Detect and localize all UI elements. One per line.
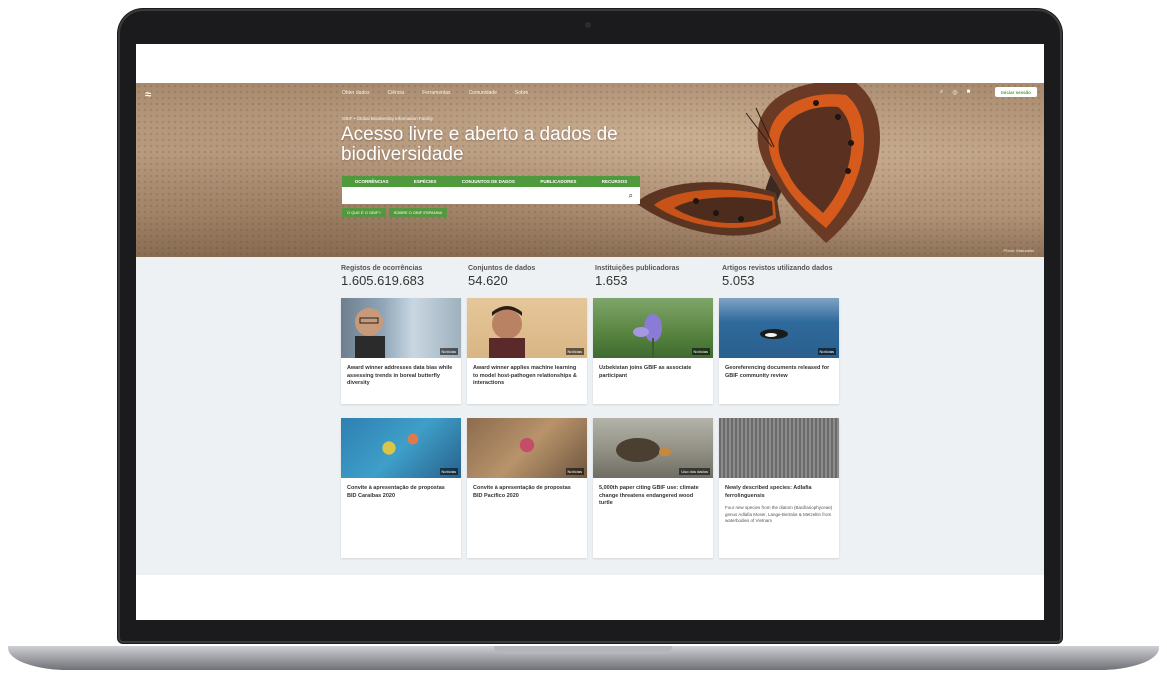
- card-title[interactable]: Uzbekistan joins GBIF as associate parti…: [593, 358, 713, 380]
- card-title[interactable]: Georeferencing documents released for GB…: [719, 358, 839, 380]
- camera-icon: [585, 22, 591, 28]
- card-tag: Notícias: [565, 468, 584, 475]
- card-image: Uso dos dados: [593, 418, 713, 478]
- card-image: [719, 418, 839, 478]
- card-image: Notícias: [467, 418, 587, 478]
- nav-link-get-data[interactable]: Obter dados: [342, 90, 370, 96]
- page-title: Acesso livre e aberto a dados de biodive…: [341, 124, 618, 165]
- nav-links: Obter dados Ciência Ferramentas Comunida…: [342, 90, 528, 96]
- card-description: Four new species from the diatom (Bacill…: [725, 505, 833, 523]
- card-title[interactable]: Newly described species: Adlafia ferroli…: [719, 478, 839, 500]
- card-image: Notícias: [719, 298, 839, 358]
- nav-link-about[interactable]: Sobre: [515, 90, 528, 96]
- stat-value: 1.653: [595, 273, 628, 288]
- stat-label: Instituições publicadoras: [595, 265, 680, 272]
- breadcrumb: GBIF • Global Biodiversity Information F…: [342, 116, 433, 121]
- card-title[interactable]: 5,000th paper citing GBIF use: climate c…: [593, 478, 713, 508]
- news-card[interactable]: Notícias Award winner applies machine le…: [467, 298, 587, 404]
- tab-species[interactable]: ESPÉCIES: [414, 179, 437, 184]
- stat-value: 5.053: [722, 273, 755, 288]
- card-tag: Notícias: [565, 348, 584, 355]
- card-title[interactable]: Convite à apresentação de propostas BID …: [341, 478, 461, 500]
- gbif-logo[interactable]: ≈: [145, 89, 151, 101]
- nav-link-community[interactable]: Comunidade: [469, 90, 497, 96]
- card-tag: Notícias: [439, 468, 458, 475]
- card-tag: Notícias: [439, 348, 458, 355]
- butterfly-image: [636, 83, 880, 243]
- stat-datasets[interactable]: Conjuntos de dados 54.620: [468, 265, 595, 288]
- notifications-icon[interactable]: ■: [967, 89, 971, 96]
- stat-value: 1.605.619.683: [341, 273, 425, 288]
- nav-link-science[interactable]: Ciência: [388, 90, 405, 96]
- tab-publishers[interactable]: PUBLICADORES: [540, 179, 576, 184]
- card-tag: Uso dos dados: [679, 468, 710, 475]
- top-navigation: ≈ Obter dados Ciência Ferramentas Comuni…: [136, 83, 1044, 105]
- news-card[interactable]: Notícias Convite à apresentação de propo…: [467, 418, 587, 558]
- stat-publishers[interactable]: Instituições publicadoras 1.653: [595, 265, 722, 288]
- card-title[interactable]: Convite à apresentação de propostas BID …: [467, 478, 587, 500]
- search-icon[interactable]: ⌕: [629, 191, 633, 201]
- laptop-base: [8, 646, 1159, 670]
- main-content: Registos de ocorrências 1.605.619.683 Co…: [136, 257, 1044, 575]
- stat-label: Registos de ocorrências: [341, 265, 423, 272]
- search-box: ⌕: [342, 187, 640, 204]
- card-title[interactable]: Award winner applies machine learning to…: [467, 358, 587, 388]
- news-card[interactable]: Uso dos dados 5,000th paper citing GBIF …: [593, 418, 713, 558]
- search-tabs: OCORRÊNCIAS ESPÉCIES CONJUNTOS DE DADOS …: [342, 176, 640, 187]
- stat-papers[interactable]: Artigos revistos utilizando dados 5.053: [722, 265, 849, 288]
- stat-value: 54.620: [468, 273, 508, 288]
- card-tag: Notícias: [817, 348, 836, 355]
- card-image: Notícias: [593, 298, 713, 358]
- card-image: Notícias: [341, 418, 461, 478]
- card-image: Notícias: [467, 298, 587, 358]
- tab-resources[interactable]: RECURSOS: [602, 179, 628, 184]
- news-cards: Notícias Award winner addresses data bia…: [341, 298, 839, 558]
- nav-icons: ⌕ ◎ ■: [940, 89, 970, 96]
- news-card[interactable]: Notícias Georeferencing documents releas…: [719, 298, 839, 404]
- nav-link-tools[interactable]: Ferramentas: [422, 90, 450, 96]
- news-card[interactable]: Notícias Uzbekistan joins GBIF as associ…: [593, 298, 713, 404]
- stat-label: Conjuntos de dados: [468, 265, 536, 272]
- news-card[interactable]: Notícias Award winner addresses data bia…: [341, 298, 461, 404]
- card-image: Notícias: [341, 298, 461, 358]
- search-icon[interactable]: ⌕: [940, 89, 943, 96]
- stats-row: Registos de ocorrências 1.605.619.683 Co…: [341, 265, 849, 288]
- browser-screen: ≈ Obter dados Ciência Ferramentas Comuni…: [136, 44, 1044, 620]
- card-title[interactable]: Award winner addresses data bias while a…: [341, 358, 461, 388]
- login-button[interactable]: Iniciar sessão: [995, 87, 1037, 97]
- about-gbif-spain-button[interactable]: SOBRE O GBIF ESPANHA: [388, 208, 448, 217]
- footer-area: [136, 575, 1044, 620]
- stat-label: Artigos revistos utilizando dados: [722, 265, 833, 272]
- search-input[interactable]: [346, 190, 616, 201]
- tab-datasets[interactable]: CONJUNTOS DE DADOS: [462, 179, 515, 184]
- what-is-gbif-button[interactable]: O QUE É O GBIF?: [342, 208, 386, 217]
- news-card[interactable]: Notícias Convite à apresentação de propo…: [341, 418, 461, 558]
- hero-buttons: O QUE É O GBIF? SOBRE O GBIF ESPANHA: [342, 208, 448, 217]
- stat-occurrences[interactable]: Registos de ocorrências 1.605.619.683: [341, 265, 468, 288]
- tab-occurrences[interactable]: OCORRÊNCIAS: [355, 179, 389, 184]
- news-card[interactable]: Newly described species: Adlafia ferroli…: [719, 418, 839, 558]
- language-icon[interactable]: ◎: [952, 89, 957, 96]
- photo-credit: Photo: iNaturalist: [1003, 248, 1034, 253]
- hero-banner: ≈ Obter dados Ciência Ferramentas Comuni…: [136, 83, 1044, 257]
- laptop-notch: [494, 646, 672, 654]
- card-tag: Notícias: [691, 348, 710, 355]
